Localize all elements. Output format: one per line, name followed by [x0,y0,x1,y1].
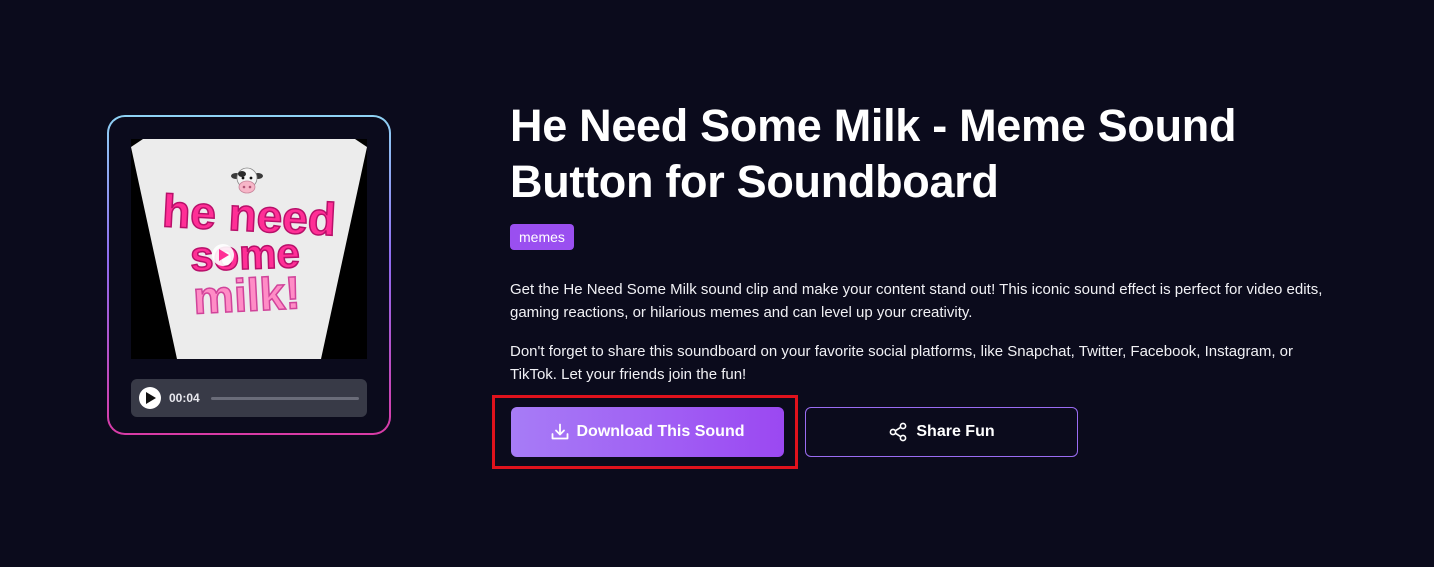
download-button-label: Download This Sound [576,423,745,440]
download-icon [551,423,569,441]
audio-player: 00:04 [131,379,367,417]
share-icon [888,422,908,442]
play-icon [146,392,156,404]
cow-face-icon [231,167,263,194]
description-paragraph-1: Get the He Need Some Milk sound clip and… [510,281,1323,321]
progress-bar[interactable] [211,397,359,400]
download-button[interactable]: Download This Sound [511,407,784,457]
thumbnail-line-3: milk! [192,266,302,324]
sound-card: he need some milk! 00:04 [107,115,391,435]
page-title: He Need Some Milk - Meme Sound Button fo… [510,100,1237,207]
description-paragraph-2: Don't forget to share this soundboard on… [510,343,1293,383]
sound-thumbnail: he need some milk! [131,139,367,359]
share-button[interactable]: Share Fun [805,407,1078,457]
playback-time: 00:04 [169,391,200,405]
share-button-label: Share Fun [916,423,995,440]
play-button[interactable] [139,387,161,409]
tag-memes[interactable]: memes [510,224,574,250]
